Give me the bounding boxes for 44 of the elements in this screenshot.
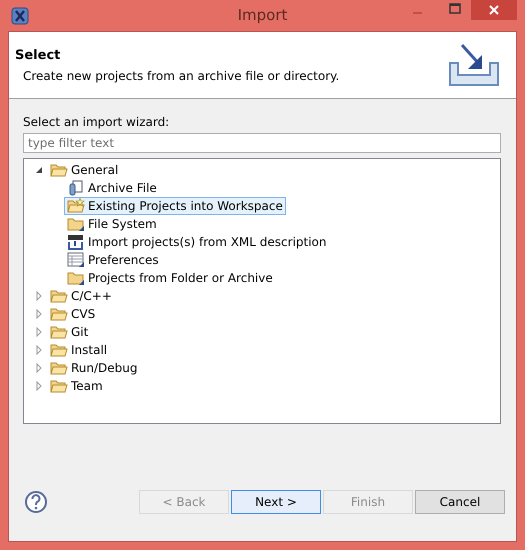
- expand-icon[interactable]: [34, 291, 44, 301]
- collapse-icon[interactable]: [34, 165, 44, 175]
- folder-icon: [67, 216, 85, 232]
- folder-star-icon: [67, 198, 85, 214]
- jar-icon: [67, 180, 85, 196]
- dialog-button[interactable]: Next >: [231, 490, 321, 514]
- expand-icon[interactable]: [34, 327, 44, 337]
- tree-item[interactable]: Install: [71, 343, 108, 357]
- folder-icon: [50, 324, 68, 340]
- folder-icon: [50, 342, 68, 358]
- import-tray-icon: [446, 41, 502, 89]
- expand-icon[interactable]: [34, 309, 44, 319]
- folder-icon: [50, 288, 68, 304]
- folder-icon: [50, 360, 68, 376]
- folder-icon: [67, 270, 85, 286]
- tree-item[interactable]: General: [71, 163, 118, 177]
- wizard-label: Select an import wizard:: [23, 115, 170, 129]
- tree-item[interactable]: CVS: [71, 307, 96, 321]
- folder-icon: [50, 162, 68, 178]
- expand-icon[interactable]: [34, 363, 44, 373]
- filter-field[interactable]: type filter text: [23, 133, 501, 153]
- selected-tree-item[interactable]: Existing Projects into Workspace: [64, 197, 286, 215]
- tree-item-row[interactable]: Preferences: [64, 251, 162, 269]
- help-icon[interactable]: [24, 490, 48, 514]
- tree-item-row[interactable]: File System: [64, 215, 160, 233]
- app-icon: [11, 6, 29, 24]
- tree-item[interactable]: Team: [71, 379, 103, 393]
- xml-import-icon: [67, 234, 85, 250]
- tree-item[interactable]: Run/Debug: [71, 361, 138, 375]
- tree-item[interactable]: Git: [71, 325, 88, 339]
- tree-item[interactable]: C/C++: [71, 289, 112, 303]
- table-icon: [67, 252, 85, 268]
- page-title: Select: [15, 48, 62, 62]
- expand-icon[interactable]: [34, 345, 44, 355]
- tree-item-row[interactable]: Projects from Folder or Archive: [64, 269, 276, 287]
- tree-item-row[interactable]: Import projects(s) from XML description: [64, 233, 330, 251]
- expand-icon[interactable]: [34, 381, 44, 391]
- folder-icon: [50, 306, 68, 322]
- folder-icon: [50, 378, 68, 394]
- close-icon[interactable]: [471, 0, 517, 20]
- dialog-button[interactable]: Cancel: [415, 490, 505, 514]
- tree-item-row[interactable]: Archive File: [64, 179, 160, 197]
- page-description: Create new projects from an archive file or directory.: [22, 68, 340, 82]
- window-title: Import: [236, 6, 288, 24]
